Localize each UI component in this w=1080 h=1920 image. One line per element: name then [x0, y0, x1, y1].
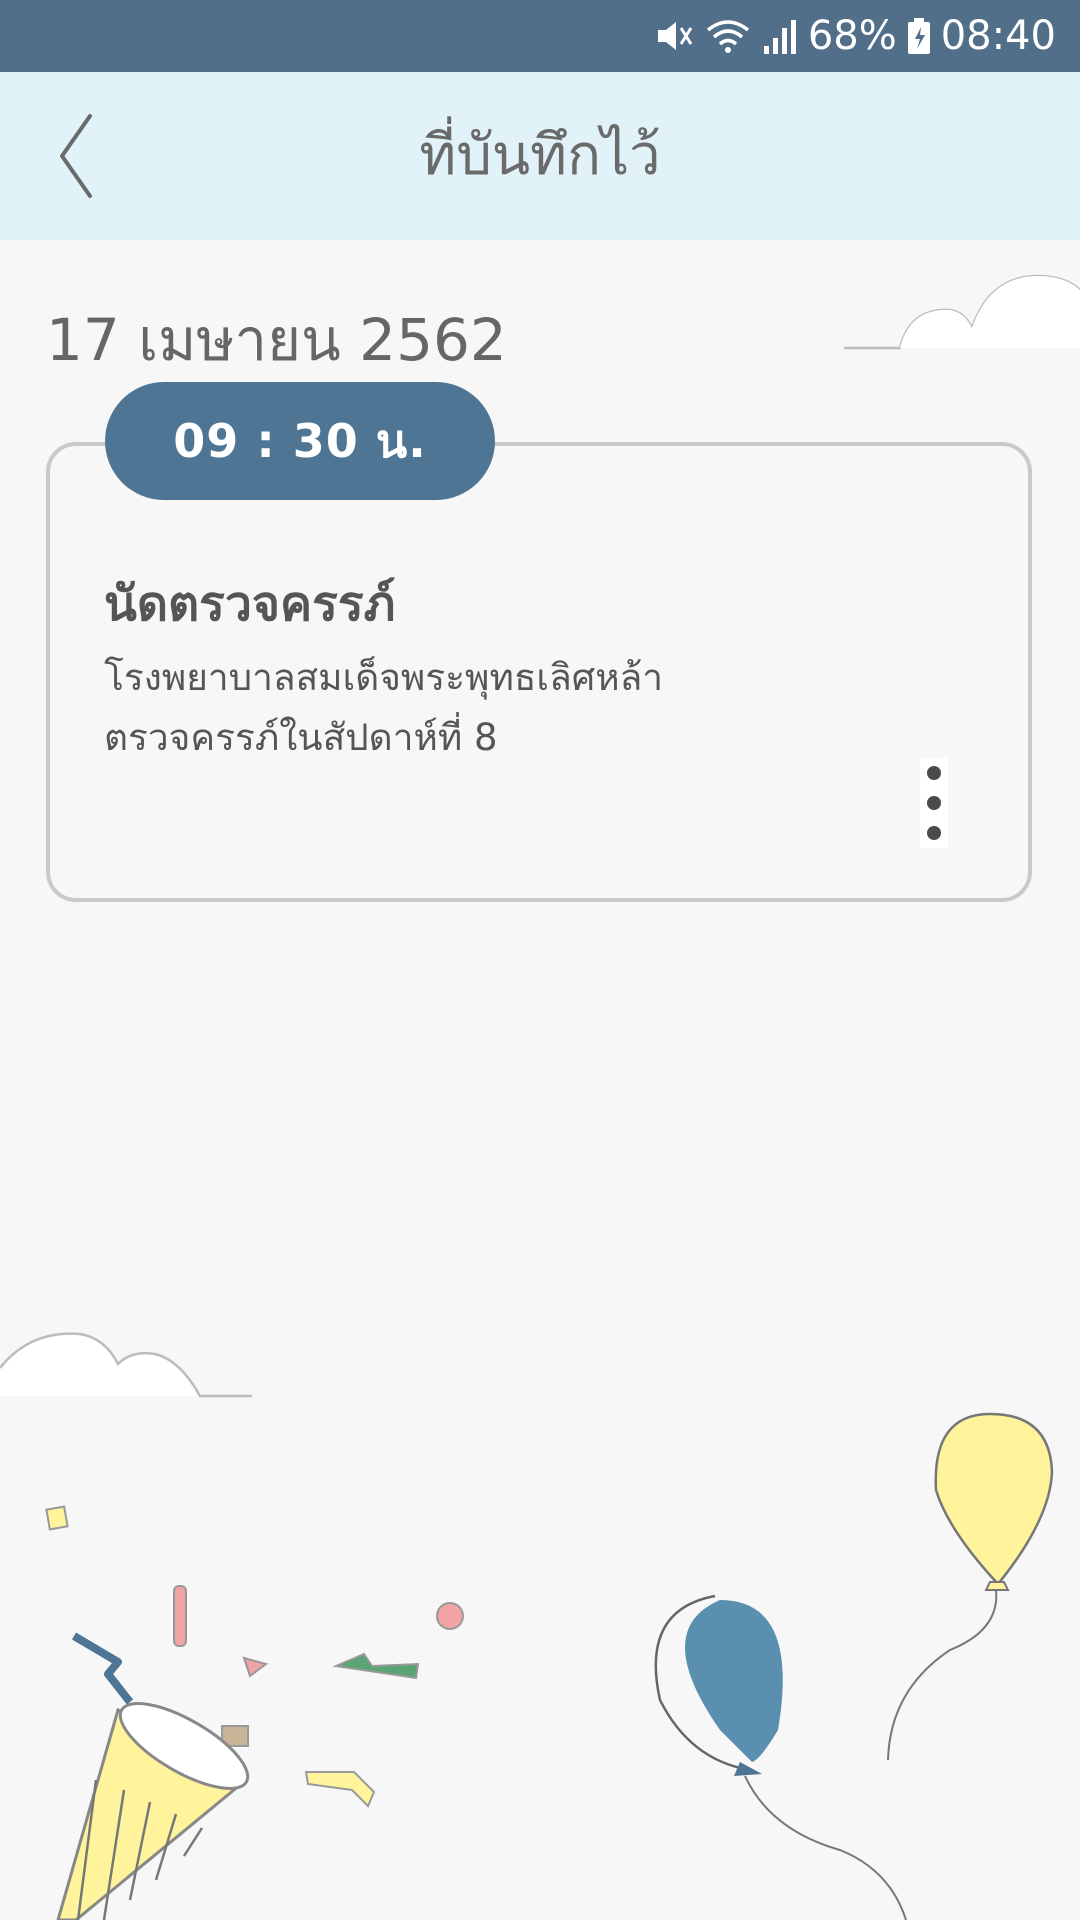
battery-charging-icon [907, 16, 931, 56]
party-illustration [45, 1412, 1054, 1920]
mute-icon [654, 16, 694, 56]
appointment-title: นัดตรวจครรภ์ [104, 576, 396, 632]
back-button[interactable] [50, 108, 130, 204]
more-options-button[interactable] [920, 758, 948, 848]
wifi-icon [704, 16, 752, 56]
more-vertical-dot [927, 796, 941, 810]
saved-appointments-screen: 68% 08:40 ที่บันทึกไว้ 17 เมษายน 2562 09… [0, 0, 1080, 1920]
appointment-time-badge: 09 : 30 น. [105, 382, 495, 500]
status-icons: 68% 08:40 [654, 0, 1056, 72]
appointment-location: โรงพยาบาลสมเด็จพระพุทธเลิศหล้า [104, 656, 664, 699]
page-title: ที่บันทึกไว้ [419, 123, 661, 188]
more-vertical-dot [927, 826, 941, 840]
cloud-icon [0, 1332, 252, 1398]
balloon-icon [654, 1594, 907, 1920]
app-header: ที่บันทึกไว้ [0, 72, 1080, 240]
cloud-icon [844, 274, 1080, 350]
appointment-note: ตรวจครรภ์ในสัปดาห์ที่ 8 [104, 716, 498, 759]
signal-icon [762, 16, 798, 56]
battery-text: 68% [807, 13, 897, 59]
balloon-icon [887, 1412, 1054, 1761]
party-popper-icon [56, 1632, 250, 1920]
status-bar: 68% 08:40 [0, 0, 1080, 72]
chevron-left-icon [60, 114, 92, 198]
clock: 08:40 [940, 13, 1056, 59]
more-vertical-icon [927, 766, 941, 780]
date-heading: 17 เมษายน 2562 [46, 306, 507, 374]
